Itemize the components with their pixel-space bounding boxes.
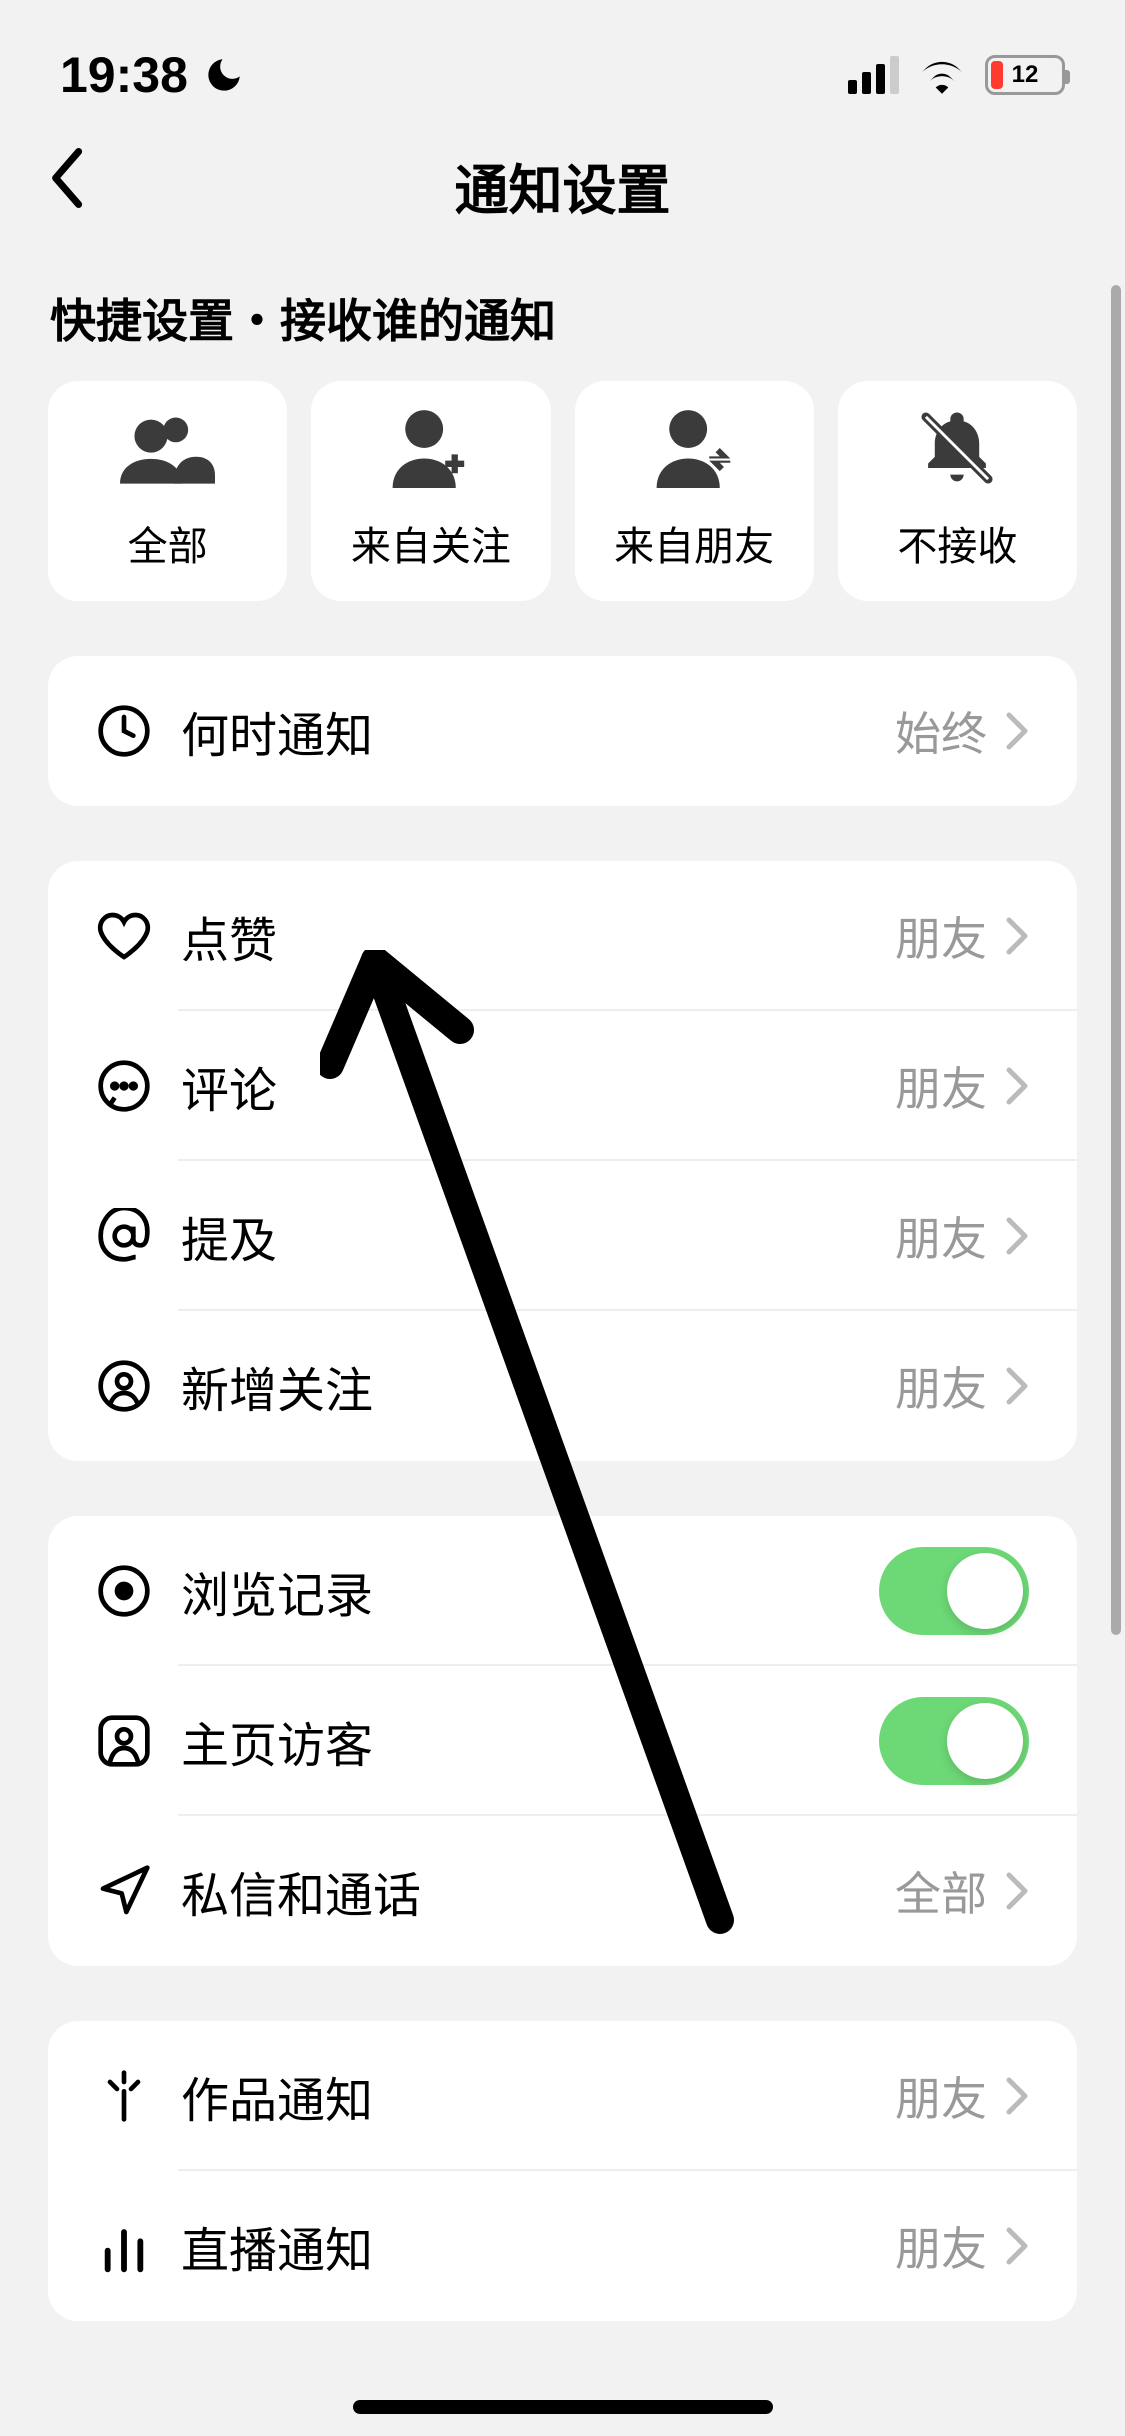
page-header: 通知设置 (0, 120, 1125, 250)
row-value: 朋友 (895, 903, 987, 969)
row-value: 朋友 (895, 2213, 987, 2279)
list-group-content: 作品通知 朋友 直播通知 朋友 (48, 2021, 1077, 2321)
toggle-browse[interactable] (879, 1547, 1029, 1635)
heart-icon (96, 908, 181, 964)
cellular-icon (848, 56, 899, 94)
quick-option-label: 不接收 (897, 514, 1017, 572)
people-icon (120, 411, 215, 486)
person-plus-icon (388, 411, 473, 486)
row-value: 始终 (895, 698, 987, 764)
chevron-right-icon (1005, 1871, 1029, 1911)
status-time-block: 19:38 (60, 46, 245, 104)
quick-option-friends[interactable]: 来自朋友 (575, 381, 814, 601)
list-group-interactions: 点赞 朋友 评论 朋友 提及 朋友 新增关注 朋友 (48, 861, 1077, 1461)
send-icon (96, 1863, 181, 1919)
comment-icon (96, 1058, 181, 1114)
row-comment[interactable]: 评论 朋友 (48, 1011, 1077, 1161)
moon-icon (203, 54, 245, 96)
chevron-right-icon (1005, 1366, 1029, 1406)
chevron-right-icon (1005, 2076, 1029, 2116)
page-title: 通知设置 (50, 146, 1075, 225)
row-label: 提及 (181, 1201, 895, 1271)
row-label: 何时通知 (181, 696, 895, 766)
list-group-when: 何时通知 始终 (48, 656, 1077, 806)
row-label: 点赞 (181, 901, 895, 971)
row-value: 全部 (895, 1858, 987, 1924)
quick-option-all[interactable]: 全部 (48, 381, 287, 601)
row-work-notify[interactable]: 作品通知 朋友 (48, 2021, 1077, 2171)
row-profile-visitor[interactable]: 主页访客 (48, 1666, 1077, 1816)
back-button[interactable] (50, 148, 86, 222)
row-label: 主页访客 (181, 1706, 879, 1776)
battery-icon: 12 (985, 55, 1065, 95)
chevron-right-icon (1005, 711, 1029, 751)
list-group-activity: 浏览记录 主页访客 私信和通话 全部 (48, 1516, 1077, 1966)
bell-off-icon (917, 411, 997, 486)
row-when-notify[interactable]: 何时通知 始终 (48, 656, 1077, 806)
row-browse-history[interactable]: 浏览记录 (48, 1516, 1077, 1666)
row-value: 朋友 (895, 1203, 987, 1269)
row-value: 朋友 (895, 2063, 987, 2129)
row-label: 私信和通话 (181, 1856, 895, 1926)
row-live-notify[interactable]: 直播通知 朋友 (48, 2171, 1077, 2321)
row-value: 朋友 (895, 1053, 987, 1119)
home-indicator[interactable] (353, 2400, 773, 2414)
row-mention[interactable]: 提及 朋友 (48, 1161, 1077, 1311)
section-title: 快捷设置・接收谁的通知 (0, 250, 1125, 381)
row-label: 作品通知 (181, 2061, 895, 2131)
row-label: 浏览记录 (181, 1556, 879, 1626)
row-value: 朋友 (895, 1353, 987, 1419)
toggle-visitor[interactable] (879, 1697, 1029, 1785)
profile-square-icon (96, 1713, 181, 1769)
quick-option-label: 来自朋友 (614, 514, 774, 572)
chevron-right-icon (1005, 1216, 1029, 1256)
battery-percent: 12 (1012, 61, 1039, 89)
row-label: 直播通知 (181, 2211, 895, 2281)
quick-option-none[interactable]: 不接收 (838, 381, 1077, 601)
quick-options-grid: 全部 来自关注 来自朋友 不接收 (0, 381, 1125, 601)
row-dm-call[interactable]: 私信和通话 全部 (48, 1816, 1077, 1966)
status-bar: 19:38 12 (0, 0, 1125, 120)
eye-icon (96, 1563, 181, 1619)
user-circle-icon (96, 1358, 181, 1414)
row-like[interactable]: 点赞 朋友 (48, 861, 1077, 1011)
chevron-right-icon (1005, 2226, 1029, 2266)
chevron-right-icon (1005, 1066, 1029, 1106)
at-icon (96, 1208, 181, 1264)
quick-option-follow[interactable]: 来自关注 (311, 381, 550, 601)
status-time: 19:38 (60, 46, 188, 104)
row-label: 新增关注 (181, 1351, 895, 1421)
wifi-icon (917, 55, 967, 95)
chevron-right-icon (1005, 916, 1029, 956)
row-new-follow[interactable]: 新增关注 朋友 (48, 1311, 1077, 1461)
clock-icon (96, 703, 181, 759)
scroll-indicator[interactable] (1111, 285, 1121, 1635)
bars-icon (96, 2218, 181, 2274)
sparkle-icon (96, 2068, 181, 2124)
person-swap-icon (652, 411, 737, 486)
quick-option-label: 来自关注 (351, 514, 511, 572)
status-right: 12 (848, 55, 1065, 95)
quick-option-label: 全部 (128, 514, 208, 572)
row-label: 评论 (181, 1051, 895, 1121)
